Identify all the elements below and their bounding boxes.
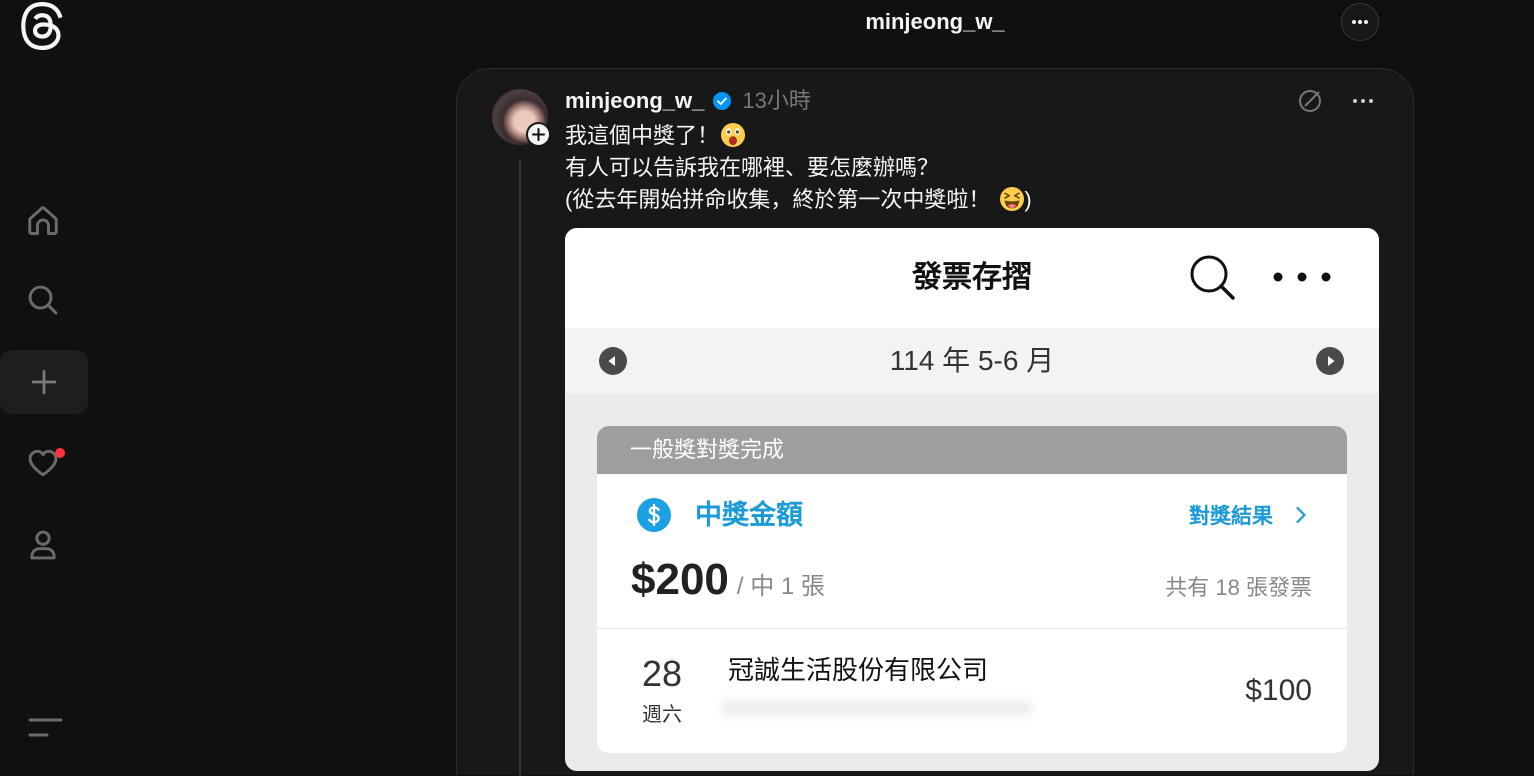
prize-count: / 中 1 張 xyxy=(736,573,825,600)
menu-icon xyxy=(28,718,63,737)
invoice-prize-card: 一般獎對獎完成 中獎金額 對獎結果 $200 / 中 1 張 共有 18 張發票… xyxy=(597,426,1347,753)
post-card: minjeong_w_ 13小時 我這個中獎了！ 有人可以告訴我在哪裡、要怎麼辦… xyxy=(456,68,1414,776)
invoice-app-title: 發票存摺 xyxy=(912,261,1032,294)
post-text-line-1: 我這個中獎了！ xyxy=(565,120,1032,152)
status-banner-text: 一般獎對獎完成 xyxy=(630,437,785,462)
plus-icon xyxy=(532,128,545,141)
redacted-text-blur xyxy=(722,702,1032,714)
search-icon xyxy=(1190,255,1235,300)
post-more-button[interactable] xyxy=(1350,88,1376,114)
post-text-line-3: (從去年開始拼命收集，終於第一次中獎啦！ ) xyxy=(565,184,1032,216)
page-title: minjeong_w_ xyxy=(865,9,1005,34)
grinning-squinting-face-icon xyxy=(1000,187,1025,211)
invoice-period: 114 年 5-6 月 xyxy=(889,345,1055,376)
sidebar-item-search[interactable] xyxy=(11,272,75,328)
thread-line xyxy=(519,159,521,776)
post-status-button[interactable] xyxy=(1297,88,1323,114)
more-icon xyxy=(1273,272,1331,282)
invoice-weekday: 週六 xyxy=(642,704,682,726)
more-icon xyxy=(1352,20,1368,24)
post-timestamp[interactable]: 13小時 xyxy=(742,85,810,117)
result-link-text: 對獎結果 xyxy=(1189,505,1273,528)
post-text-line-1-text: 我這個中獎了！ xyxy=(565,123,720,148)
chevron-right-icon xyxy=(1296,506,1306,524)
astonished-face-icon xyxy=(721,123,746,147)
post-username[interactable]: minjeong_w_ xyxy=(565,85,704,117)
header-more-button[interactable] xyxy=(1341,3,1379,41)
post-text-line-3-end: ) xyxy=(1024,187,1032,212)
prize-amount: $200 xyxy=(631,555,729,604)
prize-label: 中獎金額 xyxy=(695,500,803,530)
plus-icon xyxy=(31,369,57,395)
sidebar-item-home[interactable] xyxy=(11,192,75,248)
invoice-amount: $100 xyxy=(1245,674,1312,707)
post-header: minjeong_w_ 13小時 xyxy=(565,85,811,117)
invoice-app-header: 發票存摺 xyxy=(565,228,1379,328)
post-image[interactable]: 發票存摺 114 年 5-6 月 一般獎對獎完成 中獎金額 對獎結果 $200 … xyxy=(565,228,1379,771)
invoice-merchant: 冠誠生活股份有限公司 xyxy=(728,655,989,685)
next-period-button xyxy=(1316,347,1344,375)
post-text-line-2: 有人可以告訴我在哪裡、要怎麼辦嗎？ xyxy=(565,155,940,180)
total-invoices: 共有 18 張發票 xyxy=(1165,575,1312,600)
verified-badge-icon xyxy=(713,92,732,110)
post-text: 我這個中獎了！ 有人可以告訴我在哪裡、要怎麼辦嗎？ (從去年開始拼命收集，終於第… xyxy=(565,120,1032,216)
status-banner: 一般獎對獎完成 xyxy=(597,426,1347,474)
sidebar-item-profile[interactable] xyxy=(11,517,75,573)
dollar-coin-icon xyxy=(637,498,671,532)
prize-amount-row: $200 / 中 1 張 xyxy=(631,554,825,606)
caret-right-icon xyxy=(1328,356,1335,366)
follow-button[interactable] xyxy=(526,122,551,147)
more-icon xyxy=(1353,99,1373,103)
notification-dot xyxy=(55,448,65,458)
search-icon xyxy=(28,285,58,315)
divider xyxy=(597,628,1347,629)
threads-logo-icon[interactable] xyxy=(18,2,66,50)
home-icon xyxy=(28,206,58,236)
sidebar-item-create[interactable] xyxy=(0,350,88,414)
post-text-line-3-text: (從去年開始拼命收集，終於第一次中獎啦！ xyxy=(565,187,991,212)
invoice-period-bar: 114 年 5-6 月 xyxy=(565,328,1379,394)
invoice-day: 28 xyxy=(641,653,683,694)
circle-slash-icon xyxy=(1299,90,1321,112)
sidebar-item-activity[interactable] xyxy=(11,435,75,491)
person-icon xyxy=(30,530,56,560)
result-link: 對獎結果 xyxy=(1189,498,1307,532)
sidebar-menu-button[interactable] xyxy=(13,708,77,748)
